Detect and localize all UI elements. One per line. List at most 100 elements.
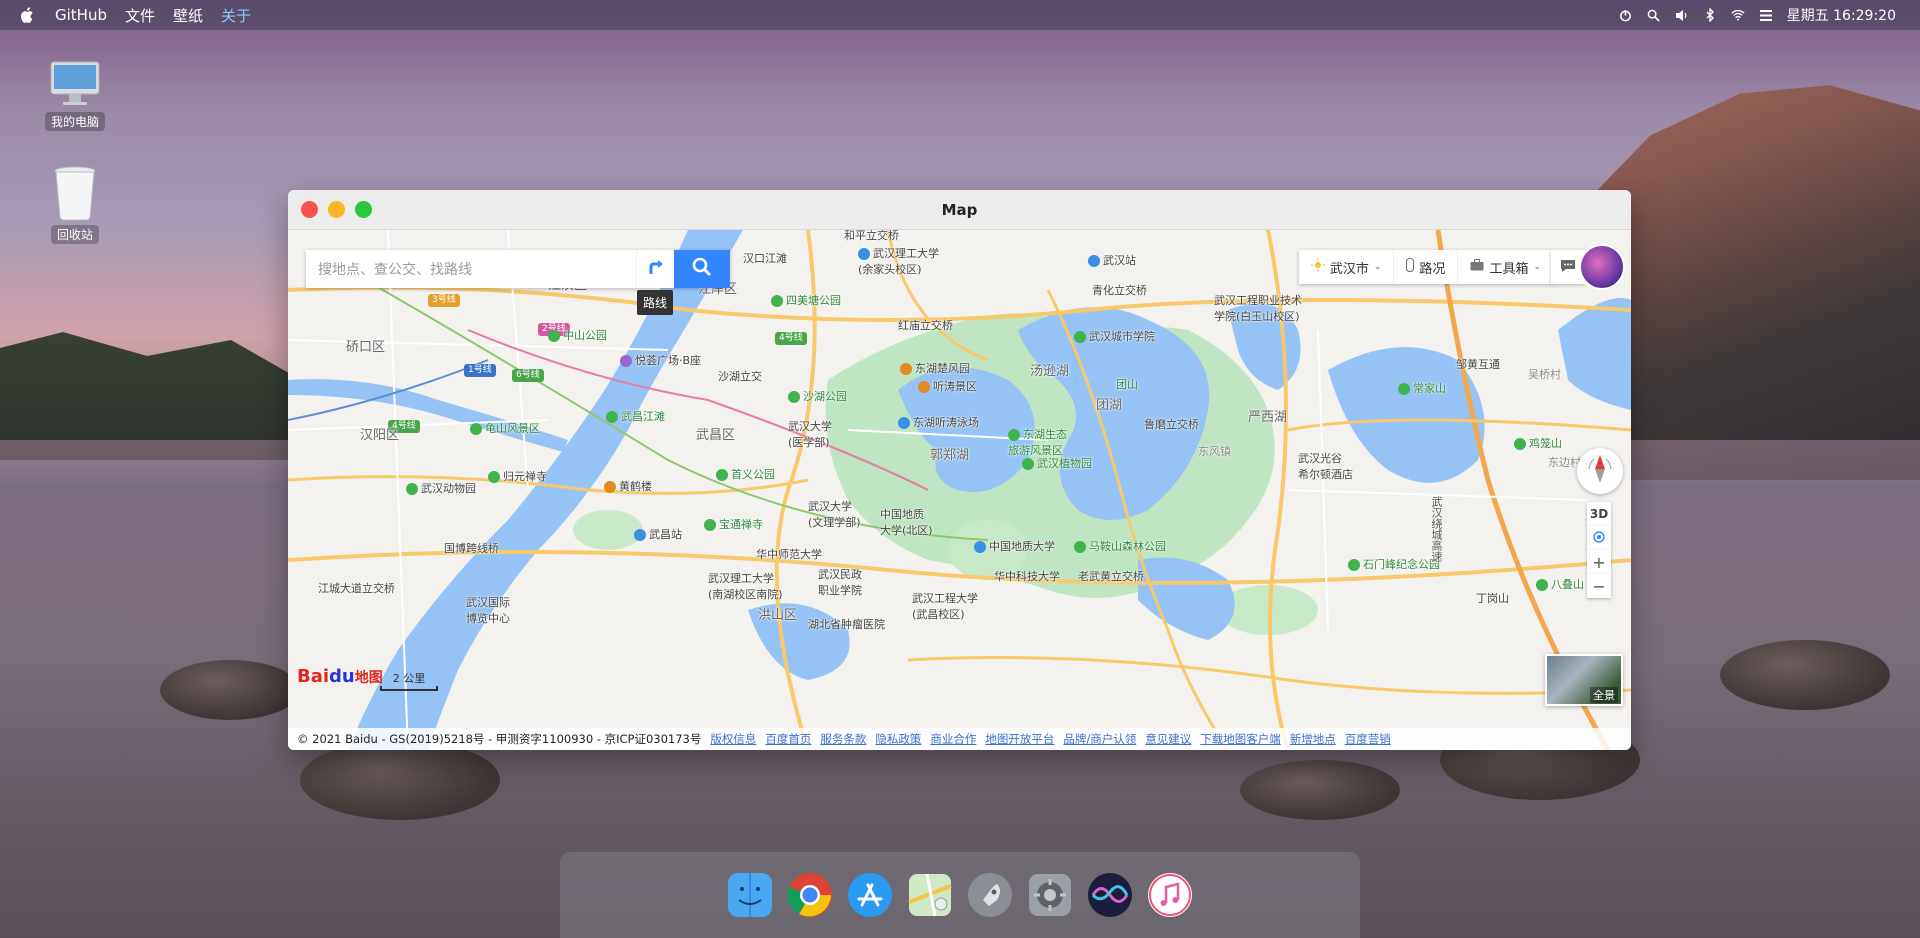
clock: 星期五 16:29:20: [1786, 8, 1896, 24]
desktop-icon-trash[interactable]: 回收站: [30, 165, 120, 244]
footer-link[interactable]: 百度营销: [1345, 731, 1391, 747]
map-label: 武昌站: [634, 526, 682, 542]
window-title: Map: [941, 200, 978, 219]
close-button[interactable]: [301, 201, 318, 218]
city-selector[interactable]: 武汉市 ⌄: [1299, 250, 1395, 284]
map-label: 宝通禅寺: [704, 516, 763, 532]
map-label: 八叠山: [1536, 576, 1584, 592]
menu-about[interactable]: 关于: [221, 5, 251, 26]
map-label: 武汉民政 职业学院: [818, 568, 862, 597]
chat-icon: [1560, 258, 1576, 277]
search-icon[interactable]: [1647, 8, 1661, 22]
map-label: 首义公园: [716, 466, 775, 482]
footer-link[interactable]: 百度首页: [765, 731, 811, 747]
scale-bar: [380, 686, 438, 691]
locate-icon: [1592, 530, 1606, 547]
apple-icon[interactable]: [17, 5, 37, 25]
panorama-label: 全景: [1590, 687, 1618, 703]
compass-icon: [1588, 454, 1612, 488]
footer-link[interactable]: 新增地点: [1290, 731, 1336, 747]
traffic-light-icon: [1406, 258, 1415, 276]
search-input[interactable]: [306, 250, 636, 288]
menu-wallpaper[interactable]: 壁纸: [173, 5, 203, 26]
bluetooth-icon[interactable]: [1703, 8, 1717, 22]
map-label: 武昌江滩: [606, 408, 665, 424]
map-label: 汉阳区: [360, 428, 400, 443]
panorama-button[interactable]: 全景: [1545, 654, 1623, 706]
launchpad-icon[interactable]: [965, 870, 1015, 920]
chrome-icon[interactable]: [785, 870, 835, 920]
trash-icon: [52, 165, 98, 221]
map-label: 常家山: [1398, 380, 1446, 396]
zoom-out-button[interactable]: −: [1587, 574, 1611, 598]
maximize-button[interactable]: [355, 201, 372, 218]
map-footer: © 2021 Baidu - GS(2019)5218号 - 甲测资字11009…: [288, 728, 1631, 750]
map-label: 青化立交桥: [1092, 284, 1147, 297]
map-label: 龟山风景区: [470, 420, 540, 436]
wallpaper-rock: [1720, 640, 1890, 710]
desktop-icon-label: 我的电脑: [44, 112, 105, 131]
desktop-icon-label: 回收站: [50, 225, 99, 244]
baidu-logo: Baidu地图: [297, 666, 383, 687]
menu-github[interactable]: GitHub: [55, 6, 107, 24]
app-store-icon[interactable]: [845, 870, 895, 920]
zoom-in-button[interactable]: +: [1587, 550, 1611, 574]
map-label: 听涛景区: [918, 378, 977, 394]
footer-link[interactable]: 商业合作: [930, 731, 976, 747]
menu-file[interactable]: 文件: [125, 5, 155, 26]
map-label: 严西湖: [1248, 410, 1288, 425]
map-label: 武汉大学 (医学部): [788, 420, 832, 449]
window-titlebar[interactable]: Map: [288, 190, 1631, 230]
footer-link[interactable]: 版权信息: [710, 731, 756, 747]
traffic-button[interactable]: 路况: [1394, 250, 1459, 284]
desktop-icon-computer[interactable]: 我的电脑: [30, 60, 120, 131]
user-avatar[interactable]: [1579, 244, 1625, 290]
music-icon[interactable]: [1145, 870, 1195, 920]
footer-link[interactable]: 隐私政策: [875, 731, 921, 747]
map-label: 华中科技大学: [994, 570, 1060, 583]
scale-label: 2 公里: [392, 672, 426, 685]
compass-button[interactable]: [1577, 448, 1623, 494]
footer-link[interactable]: 地图开放平台: [985, 731, 1054, 747]
volume-icon[interactable]: [1675, 8, 1689, 22]
toolbox-button[interactable]: 工具箱 ⌄: [1458, 250, 1553, 284]
route-icon: [647, 258, 665, 280]
map-label: 硚口区: [346, 340, 386, 355]
footer-link[interactable]: 意见建议: [1145, 731, 1191, 747]
footer-link[interactable]: 下载地图客户端: [1200, 731, 1281, 747]
footer-link[interactable]: 服务条款: [820, 731, 866, 747]
route-button[interactable]: [636, 250, 674, 288]
map-scale: 2 公里: [380, 670, 438, 691]
sun-icon: [1310, 258, 1325, 276]
map-label: 汉口江滩: [743, 252, 787, 265]
finder-icon[interactable]: [725, 870, 775, 920]
search-icon: [692, 257, 712, 281]
map-label: 吴桥村: [1528, 368, 1561, 381]
siri-icon[interactable]: [1085, 870, 1135, 920]
3d-button[interactable]: 3D: [1587, 502, 1611, 526]
map-canvas[interactable]: 3号线 2号线 1号线 6号线 4号线 4号线 和平立交桥 武汉理工大学 (余家…: [288, 230, 1631, 750]
map-label: 鲁磨立交桥: [1144, 418, 1199, 431]
map-label: 武汉大学 (文理学部): [808, 500, 861, 529]
power-icon[interactable]: [1619, 8, 1633, 22]
map-label: 武汉植物园: [1022, 455, 1092, 471]
list-icon[interactable]: [1759, 8, 1773, 22]
map-label: 东湖楚风园: [900, 360, 970, 376]
maps-icon[interactable]: [905, 870, 955, 920]
chevron-down-icon: ⌄: [1373, 262, 1382, 272]
map-label: 国博跨线桥: [444, 542, 499, 555]
wifi-icon[interactable]: [1731, 8, 1745, 22]
search-button[interactable]: [674, 250, 730, 288]
minimize-button[interactable]: [328, 201, 345, 218]
map-label: 武汉城市学院: [1074, 328, 1155, 344]
map-label: 武昌区: [696, 428, 736, 443]
city-label: 武汉市: [1329, 261, 1369, 277]
footer-link[interactable]: 品牌/商户认领: [1063, 731, 1136, 747]
settings-icon[interactable]: [1025, 870, 1075, 920]
map-label: 石门峰纪念公园: [1348, 556, 1440, 572]
map-label: 东湖听涛泳场: [898, 414, 979, 430]
map-base-layer: [288, 230, 1631, 750]
locate-button[interactable]: [1587, 526, 1611, 550]
map-label: 悦荟广场·B座: [620, 352, 701, 368]
map-label: 湖北省肿瘤医院: [808, 618, 885, 631]
